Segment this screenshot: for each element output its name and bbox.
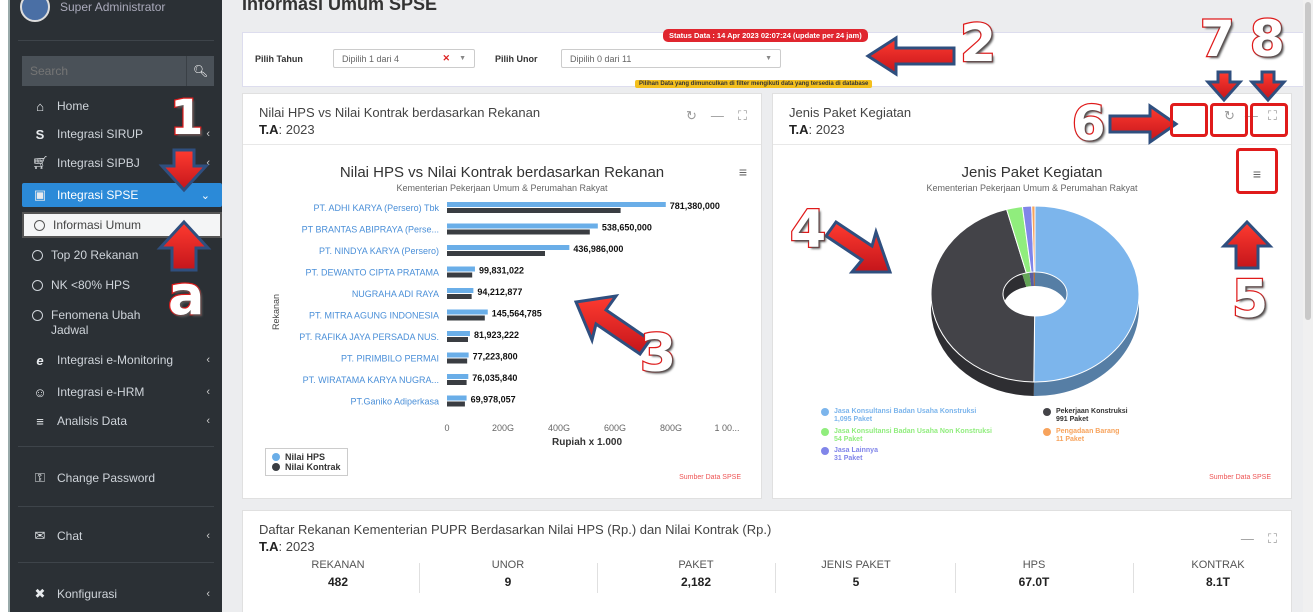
annotation-arrow-diagonal (573, 293, 653, 357)
app-window: Super Administrator 🔍︎ ⌂ Home S Integras… (8, 0, 1313, 612)
annotation-label: 4 (789, 199, 828, 262)
annotation-label: 2 (959, 13, 998, 76)
annotation-label: 6 (1071, 95, 1107, 154)
annotation-overlay (156, 35, 1288, 357)
annotation-arrow-down (1248, 70, 1288, 103)
annotation-arrow-right (1108, 103, 1179, 145)
annotation-box-minimize (1210, 103, 1248, 137)
annotation-arrow-left (865, 35, 956, 77)
annotation-label: a (167, 263, 206, 329)
annotation-label: 1 (169, 89, 205, 148)
annotation-label: 7 (1199, 9, 1236, 70)
annotation-box-menu (1236, 148, 1278, 194)
annotation-arrow-up (156, 219, 212, 272)
annotation-box-refresh (1170, 103, 1208, 137)
annotation-box-expand (1250, 103, 1288, 137)
annotation-label: 3 (639, 323, 678, 386)
annotation-arrow-down (1204, 70, 1244, 103)
annotation-arrow-down (158, 148, 210, 193)
annotation-label: 5 (1231, 269, 1270, 332)
annotation-label: 8 (1249, 9, 1286, 70)
annotation-arrow-diagonal (823, 219, 893, 274)
annotation-arrow-up (1220, 219, 1274, 270)
